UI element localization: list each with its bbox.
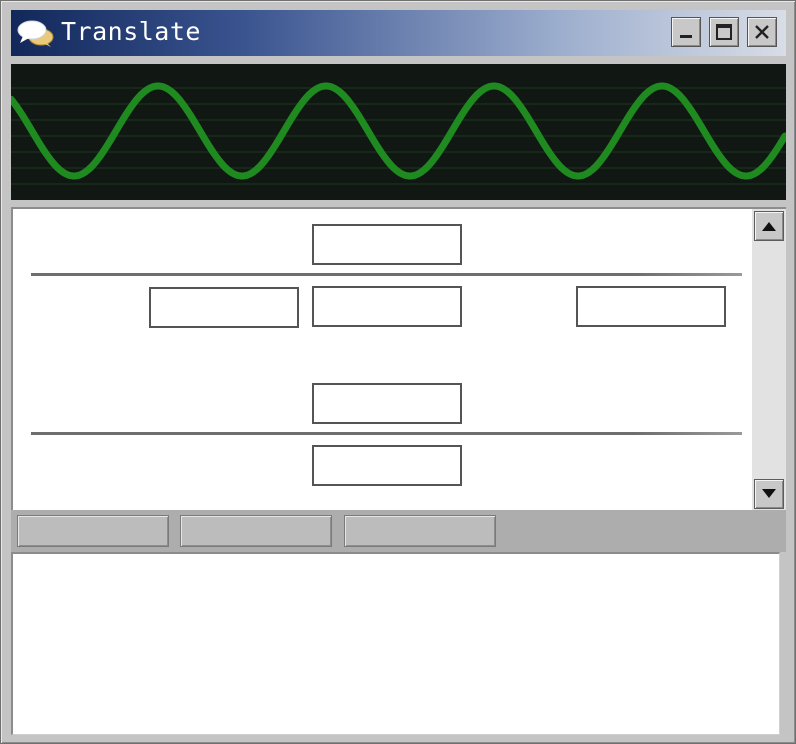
window-title: Translate <box>61 17 201 46</box>
center-field[interactable] <box>312 286 462 327</box>
scroll-down-button[interactable] <box>754 479 784 509</box>
translate-window: Translate <box>0 0 796 744</box>
fraction-bar-top <box>31 273 742 276</box>
arrow-down-icon <box>761 485 777 504</box>
waveform-display <box>11 64 786 200</box>
fraction-bar-bottom <box>31 432 742 435</box>
maximize-icon <box>715 23 733 41</box>
close-button[interactable] <box>747 17 777 47</box>
left-field[interactable] <box>149 287 299 328</box>
speech-bubbles-icon <box>17 18 55 48</box>
lower-numerator-field[interactable] <box>312 383 462 424</box>
minimize-button[interactable] <box>671 17 701 47</box>
toolbar-button-1[interactable] <box>17 515 169 547</box>
waveform-graph <box>11 82 786 185</box>
right-field[interactable] <box>576 286 726 327</box>
maximize-button[interactable] <box>709 17 739 47</box>
arrow-up-icon <box>761 217 777 236</box>
numerator-field[interactable] <box>312 224 462 265</box>
toolbar-button-3[interactable] <box>344 515 496 547</box>
denominator-field[interactable] <box>312 445 462 486</box>
toolbar-button-2[interactable] <box>180 515 332 547</box>
equation-form <box>11 207 786 510</box>
sine-wave <box>11 82 786 180</box>
minimize-icon <box>678 24 694 40</box>
button-toolbar <box>11 510 786 552</box>
close-icon <box>753 23 771 41</box>
output-text-area[interactable] <box>11 552 780 735</box>
scroll-up-button[interactable] <box>754 211 784 241</box>
vertical-scrollbar[interactable] <box>752 209 786 510</box>
title-bar[interactable]: Translate <box>11 10 786 56</box>
